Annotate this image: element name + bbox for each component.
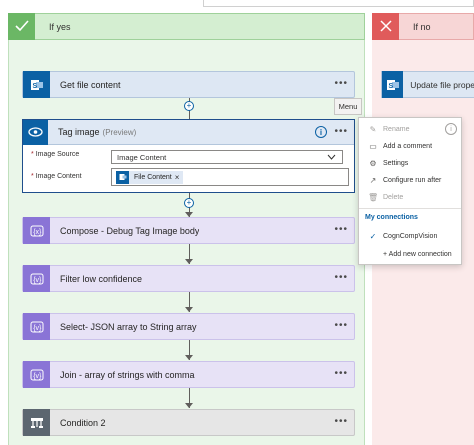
branch-no-header[interactable]: If no xyxy=(372,12,474,40)
more-icon[interactable]: ••• xyxy=(334,369,348,379)
sharepoint-icon: S xyxy=(23,71,50,98)
menu-item-connection[interactable]: ✓ CognCompVision xyxy=(359,228,461,245)
menu-item-delete[interactable]: 🗑 Delete xyxy=(359,189,461,206)
svg-text:{x}: {x} xyxy=(33,228,42,235)
data-operation-icon: {v} xyxy=(23,361,50,388)
image-content-row: * Image Content xyxy=(23,173,113,180)
branch-no-label: If no xyxy=(413,21,431,32)
menu-item-settings[interactable]: ⚙ Settings xyxy=(359,155,461,172)
preview-label: (Preview) xyxy=(102,127,137,137)
menu-item-add-comment[interactable]: ▭ Add a comment xyxy=(359,138,461,155)
chevron-down-icon xyxy=(327,152,336,162)
menu-item-label: + Add new connection xyxy=(383,251,452,258)
check-icon xyxy=(8,12,35,40)
select-card[interactable]: {v} Select- JSON array to String array •… xyxy=(22,313,355,340)
more-icon[interactable]: ••• xyxy=(334,321,348,331)
menu-item-label: Configure run after xyxy=(383,177,442,184)
file-content-token-label: File Content xyxy=(134,173,172,181)
image-source-select[interactable]: Image Content xyxy=(111,150,343,164)
image-source-label: * Image Source xyxy=(31,151,80,158)
more-icon[interactable]: ••• xyxy=(334,225,348,235)
trash-icon: 🗑 xyxy=(368,193,379,202)
branch-yes-label: If yes xyxy=(49,21,71,32)
sharepoint-icon: S xyxy=(382,71,404,98)
svg-text:S: S xyxy=(32,83,37,90)
arrow-down-icon xyxy=(185,403,193,408)
arrow-down-icon xyxy=(185,355,193,360)
arrow-down-icon xyxy=(185,307,193,312)
join-card[interactable]: {v} Join - array of strings with comma •… xyxy=(22,361,355,388)
svg-text:{v}: {v} xyxy=(33,276,42,283)
update-file-card[interactable]: S Update file properties xyxy=(381,71,474,98)
condition-card[interactable]: Condition 2 ••• xyxy=(22,409,355,436)
data-operation-icon: {v} xyxy=(23,265,50,292)
condition-title: Condition 2 xyxy=(60,417,106,428)
menu-item-label: Rename xyxy=(383,126,410,133)
arrow-down-icon xyxy=(185,259,193,264)
comment-icon: ▭ xyxy=(369,142,377,151)
svg-text:{v}: {v} xyxy=(33,324,42,331)
tag-image-header[interactable]: Tag image (Preview) i ••• xyxy=(23,119,354,145)
update-file-title: Update file properties xyxy=(410,79,474,90)
sharepoint-icon xyxy=(116,170,129,184)
more-icon[interactable]: ••• xyxy=(334,417,348,427)
file-content-token[interactable]: File Content × xyxy=(116,170,184,184)
link-icon: ↗ xyxy=(369,176,377,185)
data-operation-icon: {v} xyxy=(23,313,50,340)
menu-tooltip: Menu xyxy=(334,98,362,115)
tag-image-card[interactable]: Tag image (Preview) i ••• * Image Source… xyxy=(22,119,355,193)
compose-card[interactable]: {x} Compose - Debug Tag Image body ••• xyxy=(22,217,355,244)
menu-item-add-connection[interactable]: + Add new connection xyxy=(359,246,461,263)
condition-icon xyxy=(23,409,50,436)
filter-card[interactable]: {v} Filter low confidence ••• xyxy=(22,265,355,292)
image-content-label: * Image Content xyxy=(31,173,82,180)
tag-image-title: Tag image xyxy=(58,127,100,137)
add-step-icon[interactable]: + xyxy=(184,101,194,111)
get-file-content-card[interactable]: S Get file content ••• xyxy=(22,71,355,98)
menu-item-label: Settings xyxy=(383,160,409,167)
context-menu: ✎ Rename i ▭ Add a comment ⚙ Settings ↗ … xyxy=(358,117,462,265)
info-icon[interactable]: i xyxy=(315,126,327,138)
get-file-content-title: Get file content xyxy=(60,79,121,90)
menu-item-configure-run-after[interactable]: ↗ Configure run after xyxy=(359,172,461,189)
gear-icon: ⚙ xyxy=(369,159,377,168)
add-step-icon[interactable]: + xyxy=(184,198,194,208)
more-icon[interactable]: ••• xyxy=(334,273,348,283)
my-connections-heading: My connections xyxy=(365,214,418,221)
info-icon[interactable]: i xyxy=(445,123,457,135)
svg-text:S: S xyxy=(388,83,393,90)
checkmark-icon: ✓ xyxy=(369,232,377,241)
select-title: Select- JSON array to String array xyxy=(60,321,197,332)
menu-divider xyxy=(359,208,461,209)
close-icon[interactable]: × xyxy=(175,173,180,182)
image-source-value: Image Content xyxy=(117,152,167,162)
filter-title: Filter low confidence xyxy=(60,273,143,284)
compose-title: Compose - Debug Tag Image body xyxy=(60,225,200,236)
image-content-field[interactable]: File Content × xyxy=(111,168,349,186)
top-panel-edge xyxy=(203,0,474,7)
image-source-row: * Image Source xyxy=(23,151,113,158)
compose-icon: {x} xyxy=(23,217,50,244)
join-title: Join - array of strings with comma xyxy=(60,369,195,380)
close-icon xyxy=(372,12,399,40)
menu-item-label: CognCompVision xyxy=(383,233,438,240)
more-icon[interactable]: ••• xyxy=(334,127,348,137)
pencil-icon: ✎ xyxy=(369,125,377,134)
menu-item-label: Add a comment xyxy=(383,143,433,150)
more-icon[interactable]: ••• xyxy=(334,79,348,89)
eye-icon xyxy=(23,119,48,145)
branch-yes-header[interactable]: If yes xyxy=(8,12,365,40)
svg-text:{v}: {v} xyxy=(33,372,42,379)
menu-item-label: Delete xyxy=(383,194,404,201)
